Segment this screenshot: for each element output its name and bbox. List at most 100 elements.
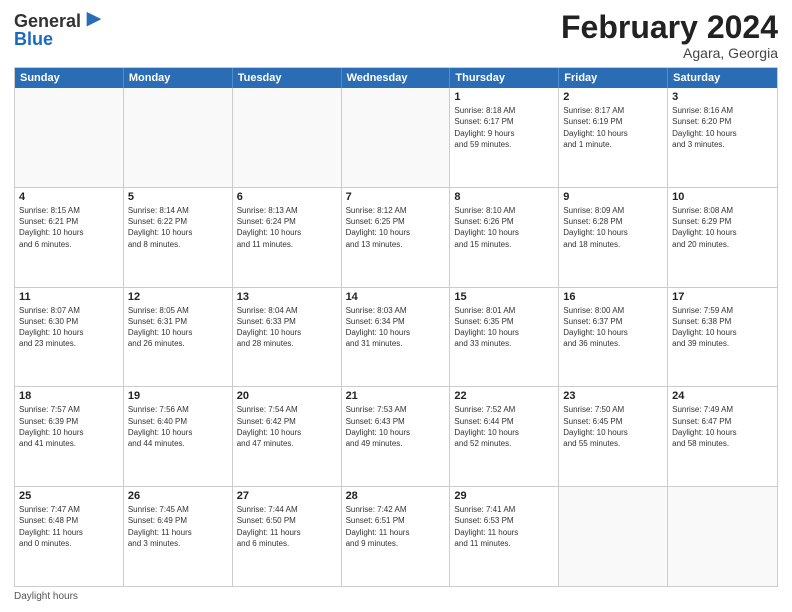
calendar-cell: 3 Sunrise: 8:16 AM Sunset: 6:20 PM Daylig… (668, 88, 777, 187)
day-number: 4 (19, 191, 119, 203)
day-info: Sunrise: 8:03 AM Sunset: 6:34 PM Dayligh… (346, 305, 446, 350)
logo-flag-icon (83, 10, 105, 32)
day-number: 23 (563, 390, 663, 402)
day-info: Sunrise: 8:09 AM Sunset: 6:28 PM Dayligh… (563, 205, 663, 250)
day-info: Sunrise: 8:05 AM Sunset: 6:31 PM Dayligh… (128, 305, 228, 350)
day-info: Sunrise: 7:52 AM Sunset: 6:44 PM Dayligh… (454, 404, 554, 449)
calendar-cell: 23 Sunrise: 7:50 AM Sunset: 6:45 PM Dayli… (559, 387, 668, 486)
day-info: Sunrise: 8:16 AM Sunset: 6:20 PM Dayligh… (672, 105, 773, 150)
calendar-cell: 4 Sunrise: 8:15 AM Sunset: 6:21 PM Daylig… (15, 188, 124, 287)
title-block: February 2024 Agara, Georgia (561, 10, 778, 61)
day-info: Sunrise: 7:50 AM Sunset: 6:45 PM Dayligh… (563, 404, 663, 449)
day-number: 22 (454, 390, 554, 402)
calendar-cell: 8 Sunrise: 8:10 AM Sunset: 6:26 PM Daylig… (450, 188, 559, 287)
day-number: 8 (454, 191, 554, 203)
day-info: Sunrise: 7:54 AM Sunset: 6:42 PM Dayligh… (237, 404, 337, 449)
day-info: Sunrise: 8:08 AM Sunset: 6:29 PM Dayligh… (672, 205, 773, 250)
calendar-header-row: SundayMondayTuesdayWednesdayThursdayFrid… (15, 68, 777, 88)
day-info: Sunrise: 7:57 AM Sunset: 6:39 PM Dayligh… (19, 404, 119, 449)
day-number: 5 (128, 191, 228, 203)
calendar: SundayMondayTuesdayWednesdayThursdayFrid… (14, 67, 778, 587)
day-number: 28 (346, 490, 446, 502)
day-number: 21 (346, 390, 446, 402)
weekday-header-tuesday: Tuesday (233, 68, 342, 88)
day-number: 11 (19, 291, 119, 303)
day-info: Sunrise: 8:04 AM Sunset: 6:33 PM Dayligh… (237, 305, 337, 350)
calendar-cell: 22 Sunrise: 7:52 AM Sunset: 6:44 PM Dayli… (450, 387, 559, 486)
calendar-cell: 29Sunrise: 7:41 AM Sunset: 6:53 PM Dayli… (450, 487, 559, 586)
calendar-cell (559, 487, 668, 586)
day-number: 25 (19, 490, 119, 502)
day-info: Sunrise: 8:01 AM Sunset: 6:35 PM Dayligh… (454, 305, 554, 350)
day-number: 3 (672, 91, 773, 103)
day-number: 20 (237, 390, 337, 402)
weekday-header-thursday: Thursday (450, 68, 559, 88)
calendar-cell (233, 88, 342, 187)
day-info: Sunrise: 8:17 AM Sunset: 6:19 PM Dayligh… (563, 105, 663, 150)
day-number: 6 (237, 191, 337, 203)
day-number: 26 (128, 490, 228, 502)
calendar-body: 1Sunrise: 8:18 AM Sunset: 6:17 PM Daylig… (15, 88, 777, 586)
calendar-cell (668, 487, 777, 586)
calendar-cell: 5 Sunrise: 8:14 AM Sunset: 6:22 PM Daylig… (124, 188, 233, 287)
footer-note: Daylight hours (14, 591, 778, 602)
day-info: Sunrise: 7:59 AM Sunset: 6:38 PM Dayligh… (672, 305, 773, 350)
calendar-cell: 21Sunrise: 7:53 AM Sunset: 6:43 PM Dayli… (342, 387, 451, 486)
day-number: 16 (563, 291, 663, 303)
weekday-header-friday: Friday (559, 68, 668, 88)
logo: General Blue (14, 10, 105, 50)
day-number: 24 (672, 390, 773, 402)
calendar-cell: 28 Sunrise: 7:42 AM Sunset: 6:51 PM Dayli… (342, 487, 451, 586)
day-info: Sunrise: 7:56 AM Sunset: 6:40 PM Dayligh… (128, 404, 228, 449)
weekday-header-sunday: Sunday (15, 68, 124, 88)
day-number: 2 (563, 91, 663, 103)
calendar-cell: 17 Sunrise: 7:59 AM Sunset: 6:38 PM Dayli… (668, 288, 777, 387)
day-info: Sunrise: 7:47 AM Sunset: 6:48 PM Dayligh… (19, 504, 119, 549)
day-info: Sunrise: 7:41 AM Sunset: 6:53 PM Dayligh… (454, 504, 554, 549)
day-info: Sunrise: 8:12 AM Sunset: 6:25 PM Dayligh… (346, 205, 446, 250)
calendar-cell: 11 Sunrise: 8:07 AM Sunset: 6:30 PM Dayli… (15, 288, 124, 387)
calendar-cell: 2 Sunrise: 8:17 AM Sunset: 6:19 PM Daylig… (559, 88, 668, 187)
calendar-week-1: 1Sunrise: 8:18 AM Sunset: 6:17 PM Daylig… (15, 88, 777, 188)
day-number: 18 (19, 390, 119, 402)
page-header: General Blue February 2024 Agara, Georgi… (14, 10, 778, 61)
day-info: Sunrise: 8:13 AM Sunset: 6:24 PM Dayligh… (237, 205, 337, 250)
day-number: 14 (346, 291, 446, 303)
day-info: Sunrise: 8:14 AM Sunset: 6:22 PM Dayligh… (128, 205, 228, 250)
calendar-title: February 2024 (561, 10, 778, 45)
calendar-cell: 25 Sunrise: 7:47 AM Sunset: 6:48 PM Dayli… (15, 487, 124, 586)
calendar-cell: 18 Sunrise: 7:57 AM Sunset: 6:39 PM Dayli… (15, 387, 124, 486)
day-number: 17 (672, 291, 773, 303)
calendar-subtitle: Agara, Georgia (561, 45, 778, 61)
day-info: Sunrise: 7:44 AM Sunset: 6:50 PM Dayligh… (237, 504, 337, 549)
calendar-cell: 20 Sunrise: 7:54 AM Sunset: 6:42 PM Dayli… (233, 387, 342, 486)
calendar-cell: 19 Sunrise: 7:56 AM Sunset: 6:40 PM Dayli… (124, 387, 233, 486)
weekday-header-saturday: Saturday (668, 68, 777, 88)
calendar-cell: 10 Sunrise: 8:08 AM Sunset: 6:29 PM Dayli… (668, 188, 777, 287)
calendar-cell: 13 Sunrise: 8:04 AM Sunset: 6:33 PM Dayli… (233, 288, 342, 387)
day-number: 13 (237, 291, 337, 303)
calendar-cell (342, 88, 451, 187)
calendar-cell (124, 88, 233, 187)
day-info: Sunrise: 8:10 AM Sunset: 6:26 PM Dayligh… (454, 205, 554, 250)
day-info: Sunrise: 7:49 AM Sunset: 6:47 PM Dayligh… (672, 404, 773, 449)
day-info: Sunrise: 8:18 AM Sunset: 6:17 PM Dayligh… (454, 105, 554, 150)
calendar-cell: 26 Sunrise: 7:45 AM Sunset: 6:49 PM Dayli… (124, 487, 233, 586)
day-info: Sunrise: 7:45 AM Sunset: 6:49 PM Dayligh… (128, 504, 228, 549)
day-info: Sunrise: 8:15 AM Sunset: 6:21 PM Dayligh… (19, 205, 119, 250)
calendar-cell (15, 88, 124, 187)
calendar-week-5: 25 Sunrise: 7:47 AM Sunset: 6:48 PM Dayli… (15, 487, 777, 586)
calendar-cell: 7 Sunrise: 8:12 AM Sunset: 6:25 PM Daylig… (342, 188, 451, 287)
day-info: Sunrise: 8:00 AM Sunset: 6:37 PM Dayligh… (563, 305, 663, 350)
day-number: 19 (128, 390, 228, 402)
calendar-cell: 9Sunrise: 8:09 AM Sunset: 6:28 PM Daylig… (559, 188, 668, 287)
calendar-cell: 24 Sunrise: 7:49 AM Sunset: 6:47 PM Dayli… (668, 387, 777, 486)
day-info: Sunrise: 8:07 AM Sunset: 6:30 PM Dayligh… (19, 305, 119, 350)
day-number: 12 (128, 291, 228, 303)
day-number: 10 (672, 191, 773, 203)
calendar-cell: 27 Sunrise: 7:44 AM Sunset: 6:50 PM Dayli… (233, 487, 342, 586)
day-number: 7 (346, 191, 446, 203)
day-number: 27 (237, 490, 337, 502)
calendar-week-3: 11 Sunrise: 8:07 AM Sunset: 6:30 PM Dayli… (15, 288, 777, 388)
day-info: Sunrise: 7:42 AM Sunset: 6:51 PM Dayligh… (346, 504, 446, 549)
